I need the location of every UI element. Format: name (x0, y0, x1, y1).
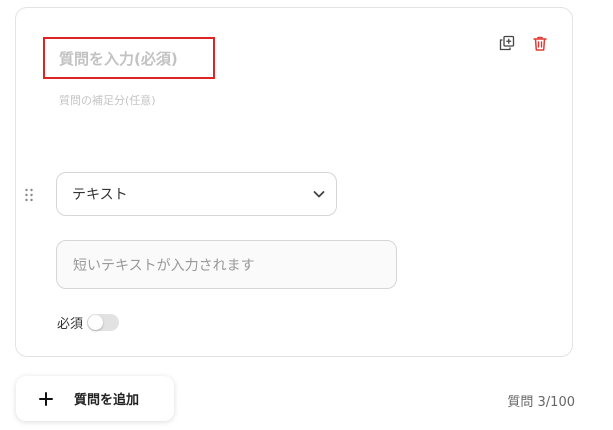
add-question-button[interactable]: 質問を追加 (16, 376, 174, 421)
question-supplement-input[interactable]: 質問の補足分(任意) (59, 92, 156, 108)
plus-icon (38, 391, 54, 407)
drag-handle-icon (25, 188, 33, 202)
question-title-input[interactable]: 質問を入力(必須) (43, 37, 215, 79)
delete-question-button[interactable] (529, 32, 551, 54)
drag-handle[interactable] (24, 187, 34, 203)
answer-preview-field: 短いテキストが入力されます (56, 240, 397, 289)
required-label: 必須 (57, 317, 84, 332)
duplicate-icon (499, 35, 515, 51)
question-card: 質問を入力(必須) 質問の補足分(任意) テキスト 短いテキストが入力されます … (15, 7, 573, 357)
required-toggle[interactable] (87, 314, 120, 331)
chevron-down-icon (313, 191, 325, 198)
trash-icon (533, 36, 547, 51)
answer-type-select[interactable]: テキスト (56, 172, 337, 216)
answer-type-value: テキスト (72, 187, 128, 203)
question-count: 質問 3/100 (507, 395, 575, 410)
duplicate-question-button[interactable] (496, 32, 518, 54)
toggle-knob (88, 315, 104, 330)
required-setting: 必須 (57, 313, 120, 332)
add-question-label: 質問を追加 (74, 393, 140, 408)
